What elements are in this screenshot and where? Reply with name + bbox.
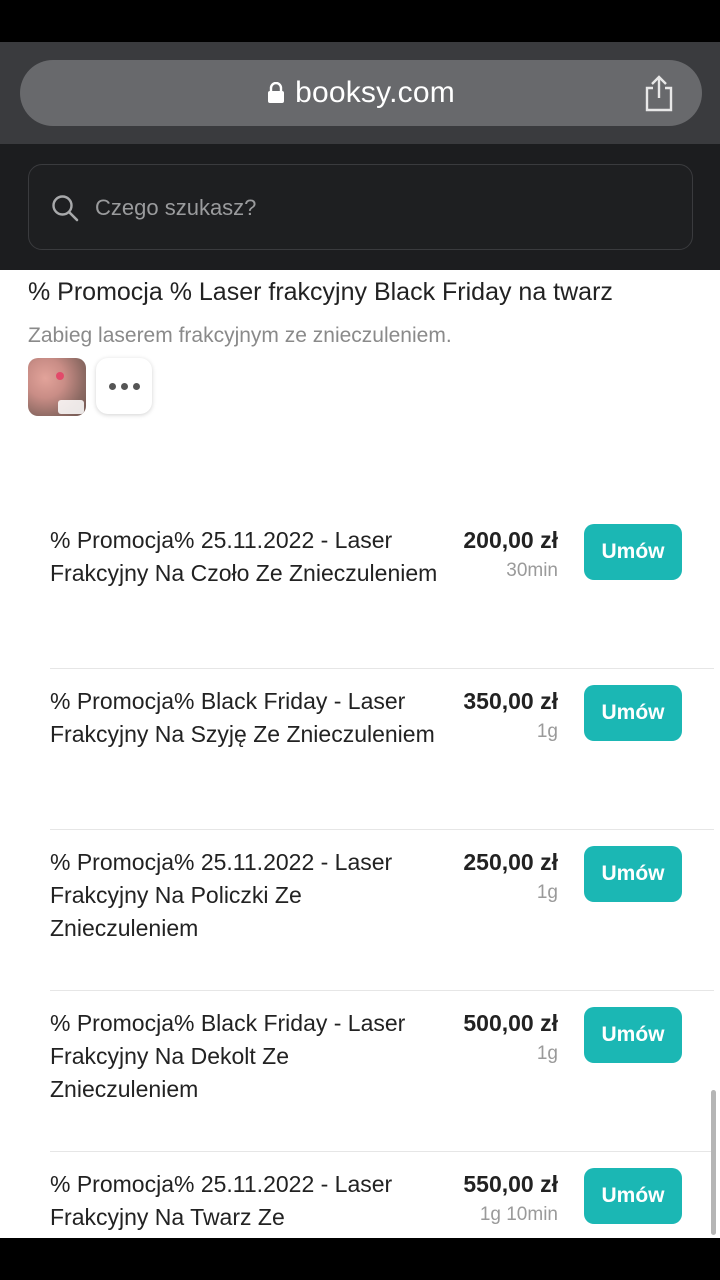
address-bar[interactable]: booksy.com <box>20 60 702 126</box>
more-photos-button[interactable] <box>96 358 152 414</box>
service-name: % Promocja% 25.11.2022 - Laser Frakcyjny… <box>50 527 438 586</box>
service-price: 200,00 zł <box>463 527 558 553</box>
more-icon <box>108 382 140 390</box>
page-title: % Promocja % Laser frakcyjny Black Frida… <box>28 278 613 306</box>
service-item: % Promocja% Black Friday - Laser Frakcyj… <box>50 991 714 1152</box>
service-name: % Promocja% 25.11.2022 - Laser Frakcyjny… <box>50 849 393 941</box>
service-price: 350,00 zł <box>463 688 558 714</box>
status-bar <box>0 0 720 42</box>
search-header <box>0 144 720 270</box>
search-input[interactable] <box>95 165 655 251</box>
gallery-badge <box>58 400 84 414</box>
browser-toolbar: booksy.com <box>0 42 720 144</box>
service-item: % Promocja% 25.11.2022 - Laser Frakcyjny… <box>50 508 714 669</box>
scrollbar[interactable] <box>711 1090 716 1235</box>
service-name: % Promocja% Black Friday - Laser Frakcyj… <box>50 1010 406 1102</box>
service-duration: 1g <box>536 882 558 903</box>
url-text: booksy.com <box>295 76 455 109</box>
book-button[interactable]: Umów <box>584 685 682 741</box>
bottom-bar <box>0 1238 720 1280</box>
service-item: % Promocja% 25.11.2022 - Laser Frakcyjny… <box>50 830 714 991</box>
service-photo-thumbnail[interactable] <box>28 358 86 416</box>
service-list: % Promocja% 25.11.2022 - Laser Frakcyjny… <box>50 508 714 1238</box>
service-duration: 1g 10min <box>479 1204 558 1225</box>
thumbnail-marker <box>56 372 64 380</box>
search-icon <box>51 194 79 222</box>
lock-icon <box>267 82 285 104</box>
book-button[interactable]: Umów <box>584 846 682 902</box>
service-name: % Promocja% Black Friday - Laser Frakcyj… <box>50 688 435 747</box>
service-duration: 30min <box>506 560 558 581</box>
service-details: % Promocja % Laser frakcyjny Black Frida… <box>0 270 720 1238</box>
service-item: % Promocja% Black Friday - Laser Frakcyj… <box>50 669 714 830</box>
service-price: 500,00 zł <box>463 1010 558 1036</box>
service-duration: 1g <box>536 1043 558 1064</box>
share-icon[interactable] <box>642 74 676 112</box>
book-button[interactable]: Umów <box>584 524 682 580</box>
service-item: % Promocja% 25.11.2022 - Laser Frakcyjny… <box>50 1152 714 1238</box>
book-button[interactable]: Umów <box>584 1007 682 1063</box>
page-subtitle: Zabieg laserem frakcyjnym ze znieczuleni… <box>28 324 452 347</box>
service-name: % Promocja% 25.11.2022 - Laser Frakcyjny… <box>50 1171 393 1230</box>
service-price: 250,00 zł <box>463 849 558 875</box>
search-box[interactable] <box>28 164 693 251</box>
service-duration: 1g <box>536 721 558 742</box>
book-button[interactable]: Umów <box>584 1168 682 1224</box>
service-price: 550,00 zł <box>463 1171 558 1197</box>
